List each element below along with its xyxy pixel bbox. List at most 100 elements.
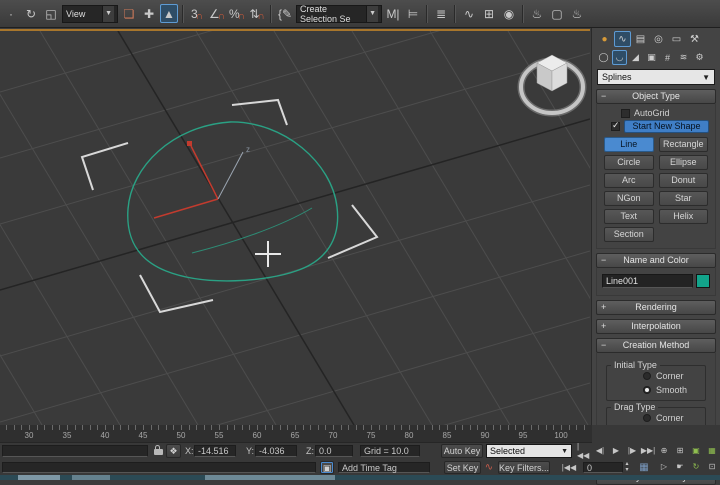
named-selection-set-dropdown[interactable]: Create Selection Se ▼ [296,5,382,23]
current-frame-field[interactable]: 0 [583,462,623,473]
frame-tick [417,425,418,430]
initial-type-smooth-radio[interactable] [643,386,651,394]
object-type-button-ellipse[interactable]: Ellipse [659,155,709,170]
edit-named-selection-sets-icon[interactable]: {✎ [276,4,294,23]
track-bar[interactable]: 3035404550556065707580859095100 [0,425,592,443]
object-type-button-helix[interactable]: Helix [659,209,709,224]
select-and-rotate-icon[interactable]: ↻ [22,4,40,23]
object-type-button-star[interactable]: Star [659,191,709,206]
reference-coordinate-system-value: View [66,9,85,19]
frame-tick [348,425,349,430]
keyboard-shortcut-override-icon[interactable]: ▣ [320,461,334,474]
object-type-button-text[interactable]: Text [604,209,654,224]
go-to-start-icon[interactable]: |◀◀ [577,444,591,457]
object-type-button-donut[interactable]: Donut [659,173,709,188]
frame-tick [6,425,7,430]
go-to-end-icon[interactable]: ▶▶| [641,444,655,457]
category-cameras-icon[interactable]: ▣ [644,50,659,65]
tab-display[interactable]: ▭ [668,31,685,47]
z-coordinate-field[interactable]: 0.0 [315,445,353,457]
object-type-button-line[interactable]: Line [604,137,654,152]
category-helpers-icon[interactable]: # [660,50,675,65]
zoom-extents-all-icon[interactable]: ▦ [705,444,719,457]
next-frame-icon[interactable]: |▶ [625,444,639,457]
maxscript-mini-listener[interactable] [2,462,316,473]
rollout-interpolation[interactable]: + Interpolation [596,319,716,334]
frame-label: 30 [19,431,39,440]
category-shapes-icon[interactable]: ◡ [612,50,627,65]
tab-motion[interactable]: ◎ [650,31,667,47]
start-new-shape-checkbox[interactable] [611,122,620,131]
object-type-button-circle[interactable]: Circle [604,155,654,170]
perspective-viewport[interactable]: z [0,29,590,425]
previous-frame-icon[interactable]: ◀| [593,444,607,457]
key-curve-icon[interactable]: ∿ [482,461,496,474]
frame-spinner[interactable]: ▴▾ [623,460,631,473]
quick-render-icon[interactable]: ♨ [568,4,586,23]
rollout-object-type[interactable]: − Object Type [596,89,716,104]
reference-coordinate-system-dropdown[interactable]: View ▼ [62,5,118,23]
category-systems-icon[interactable]: ⚙ [692,50,707,65]
object-type-button-section[interactable]: Section [604,227,654,242]
zoom-icon[interactable]: ⊕ [657,444,671,457]
y-coordinate-field[interactable]: -4.036 [255,445,297,457]
percent-snap-icon[interactable]: %∩ [228,4,246,23]
key-filters-button[interactable]: Key Filters... [498,461,550,474]
zoom-extents-icon[interactable]: ▣ [689,444,703,457]
select-object-icon[interactable]: · [2,4,20,23]
schematic-view-icon[interactable]: ⊞ [480,4,498,23]
rollout-rendering[interactable]: + Rendering [596,300,716,315]
category-space-warps-icon[interactable]: ≋ [676,50,691,65]
select-and-scale-icon[interactable]: ◱ [42,4,60,23]
object-name-input[interactable]: Line001 [602,274,693,288]
key-mode-toggle-icon[interactable]: |◀◀ [560,461,578,474]
pan-view-icon[interactable]: ☛ [673,460,687,473]
selection-lock-icon[interactable] [154,449,163,455]
orbit-icon[interactable]: ↻ [689,460,703,473]
initial-type-corner-radio[interactable] [643,372,651,380]
x-coordinate-field[interactable]: -14.516 [194,445,236,457]
category-lights-icon[interactable]: ◢ [628,50,643,65]
layer-manager-icon[interactable]: ≣ [432,4,450,23]
add-time-tag-field[interactable]: Add Time Tag [338,462,430,473]
mirror-icon[interactable]: M| [384,4,402,23]
snaps-toggle-icon[interactable]: 3∩ [188,4,206,23]
play-icon[interactable]: ▶ [609,444,623,457]
frame-tick [196,425,197,430]
start-new-shape-button[interactable]: Start New Shape [624,120,709,133]
tab-modify[interactable]: ∿ [614,31,631,47]
rendered-frame-window-icon[interactable]: ▢ [548,4,566,23]
tab-utilities[interactable]: ⚒ [686,31,703,47]
zoom-all-icon[interactable]: ⊞ [673,444,687,457]
object-type-button-ngon[interactable]: NGon [604,191,654,206]
object-color-swatch[interactable] [696,274,710,288]
spline-type-dropdown[interactable]: Splines ▼ [597,69,715,85]
render-setup-icon[interactable]: ♨ [528,4,546,23]
field-of-view-icon[interactable]: ▷ [657,460,671,473]
material-editor-icon[interactable]: ◉ [500,4,518,23]
spinner-snap-icon[interactable]: ⇅∩ [248,4,266,23]
curve-editor-icon[interactable]: ∿ [460,4,478,23]
object-type-button-arc[interactable]: Arc [604,173,654,188]
drag-type-corner-radio[interactable] [643,414,651,422]
tab-create[interactable]: ● [596,31,613,47]
object-type-button-rectangle[interactable]: Rectangle [659,137,709,152]
autogrid-checkbox[interactable] [621,109,630,118]
select-and-manipulate-icon[interactable]: ▲ [160,4,178,23]
category-geometry-icon[interactable]: ◯ [596,50,611,65]
rollout-creation-method[interactable]: − Creation Method [596,338,716,353]
select-and-move-icon[interactable]: ✚ [140,4,158,23]
absolute-mode-icon[interactable]: ❖ [166,444,181,458]
maximize-viewport-toggle-icon[interactable]: ⊡ [705,460,719,473]
align-icon[interactable]: ⊨ [404,4,422,23]
rollout-name-and-color[interactable]: − Name and Color [596,253,716,268]
tab-hierarchy[interactable]: ▤ [632,31,649,47]
selection-filter-dropdown[interactable]: Selected ▼ [486,444,572,458]
frame-tick [531,425,532,430]
set-key-button[interactable]: Set Key [444,461,481,474]
time-configuration-icon[interactable]: ▦ [637,461,651,474]
auto-key-button[interactable]: Auto Key [441,444,483,458]
expand-icon: + [601,320,606,332]
angle-snap-icon[interactable]: ∠∩ [208,4,226,23]
use-pivot-point-center-icon[interactable]: ❏ [120,4,138,23]
